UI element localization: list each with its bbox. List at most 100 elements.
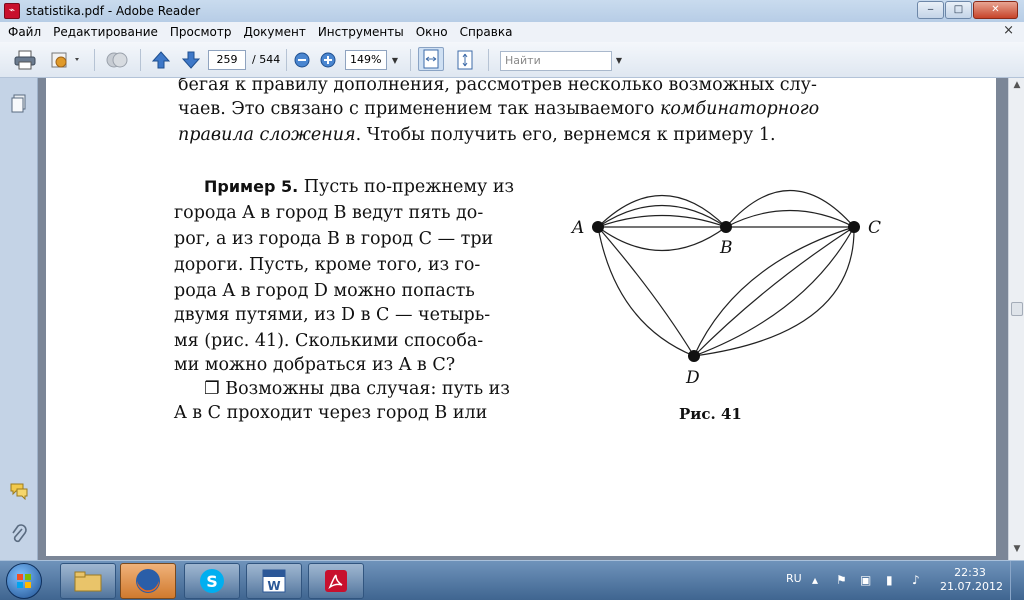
- share-icon: [51, 52, 79, 68]
- svg-text:S: S: [206, 572, 218, 591]
- text-line: мя (рис. 41). Сколькими способа-: [174, 331, 484, 351]
- toolbar-separator: [94, 49, 95, 71]
- road-a-b: [597, 205, 727, 228]
- arrow-down-icon: [181, 51, 201, 69]
- menu-edit[interactable]: Редактирование: [47, 23, 164, 41]
- taskbar-word-button[interactable]: W: [246, 563, 302, 599]
- fit-width-button[interactable]: [418, 47, 444, 71]
- comments-icon[interactable]: [9, 482, 29, 502]
- pages-icon[interactable]: [9, 94, 29, 114]
- skype-icon: S: [200, 569, 224, 593]
- zoom-out-button[interactable]: [292, 48, 312, 72]
- text-line: ❐ Возможны два случая: путь из: [204, 379, 510, 399]
- taskbar-skype-button[interactable]: S: [184, 563, 240, 599]
- graph-figure: A B C D: [570, 189, 881, 388]
- minimize-button[interactable]: ‒: [917, 1, 944, 19]
- tray-expand-icon[interactable]: ▴: [812, 573, 818, 587]
- zoom-in-icon: [320, 52, 336, 68]
- menu-help[interactable]: Справка: [454, 23, 519, 41]
- menu-document[interactable]: Документ: [237, 23, 311, 41]
- menu-view[interactable]: Просмотр: [164, 23, 238, 41]
- acrobat-icon: [325, 570, 347, 592]
- page-number-input[interactable]: 259: [208, 50, 246, 70]
- show-desktop-button[interactable]: [1010, 561, 1024, 600]
- road-b-c: [725, 189, 855, 228]
- road-d-c: [693, 226, 855, 357]
- figure-caption: Рис. 41: [679, 405, 742, 423]
- text-line: A в C проходит через город B или: [174, 403, 488, 423]
- menu-tools[interactable]: Инструменты: [312, 23, 410, 41]
- volume-icon[interactable]: ♪: [912, 573, 920, 587]
- text-line: дороги. Пусть, кроме того, из го-: [174, 255, 481, 275]
- fit-page-icon: [457, 50, 473, 70]
- maximize-button[interactable]: □: [945, 1, 972, 19]
- pdf-page: бегая к правилу дополнения, рассмотрев н…: [46, 78, 996, 556]
- page-total: / 544: [252, 53, 281, 66]
- taskbar-firefox-button[interactable]: [120, 563, 176, 599]
- road-a-b: [597, 214, 727, 228]
- adobe-reader-icon: ⌁: [4, 3, 20, 19]
- attachments-icon[interactable]: [9, 524, 29, 544]
- road-a-d: [597, 226, 695, 357]
- next-page-button[interactable]: [178, 48, 204, 72]
- text-line: города A в город B ведут пять до-: [174, 203, 484, 223]
- text-run: чаев. Это связано с применением так назы…: [178, 99, 660, 119]
- navigation-panel: [0, 78, 38, 560]
- italic-term: комбинаторного: [659, 99, 820, 119]
- node-a: [592, 221, 604, 233]
- collaborate-button[interactable]: [102, 48, 132, 72]
- previous-page-button[interactable]: [148, 48, 174, 72]
- text-run: . Чтобы получить его, вернемся к примеру…: [355, 125, 776, 145]
- road-b-c: [725, 209, 855, 228]
- collaborate-icon: [106, 52, 128, 68]
- network-icon[interactable]: ▮: [886, 573, 893, 587]
- text-line: бегая к правилу дополнения, рассмотрев н…: [178, 78, 817, 95]
- example-heading-line: Пример 5. Пусть по-прежнему из: [204, 174, 514, 200]
- firefox-icon: [136, 569, 160, 593]
- windows-logo-icon: [17, 574, 31, 588]
- italic-term: правила сложения: [178, 125, 356, 145]
- taskbar-explorer-button[interactable]: [60, 563, 116, 599]
- language-indicator[interactable]: RU: [786, 572, 802, 585]
- scroll-thumb[interactable]: [1011, 302, 1023, 316]
- share-button[interactable]: [46, 48, 86, 72]
- document-view[interactable]: бегая к правилу дополнения, рассмотрев н…: [38, 78, 1008, 560]
- print-button[interactable]: [10, 48, 40, 72]
- start-button[interactable]: [6, 563, 42, 599]
- find-input[interactable]: Найти: [500, 51, 612, 71]
- text-line: ми можно добраться из A в C?: [174, 355, 456, 375]
- taskbar-acrobat-button[interactable]: [308, 563, 364, 599]
- scroll-down-icon[interactable]: ▼: [1011, 544, 1023, 558]
- menu-file[interactable]: Файл: [2, 23, 47, 41]
- document-close-icon[interactable]: ×: [1003, 23, 1014, 38]
- scroll-up-icon[interactable]: ▲: [1011, 80, 1023, 94]
- clock-date: 21.07.2012: [940, 580, 1003, 593]
- vertical-scrollbar[interactable]: ▲ ▼: [1008, 78, 1024, 560]
- label-d: D: [685, 368, 700, 388]
- clock[interactable]: 22:33 21.07.2012: [940, 566, 1003, 594]
- find-dropdown-icon[interactable]: ▼: [613, 48, 625, 72]
- tray-app-icon[interactable]: ▣: [860, 573, 871, 587]
- explorer-icon: [74, 571, 102, 592]
- text-line: рода A в город D можно попасть: [174, 281, 475, 301]
- road-a-d: [597, 226, 695, 357]
- node-d: [688, 350, 700, 362]
- word-icon: W: [262, 569, 286, 593]
- label-a: A: [570, 218, 584, 238]
- clock-time: 22:33: [954, 566, 986, 579]
- menu-window[interactable]: Окно: [410, 23, 454, 41]
- fit-page-button[interactable]: [452, 48, 478, 72]
- label-c: C: [868, 218, 881, 238]
- fit-width-icon: [423, 49, 439, 69]
- zoom-in-button[interactable]: [318, 48, 338, 72]
- example-label: Пример 5.: [204, 177, 299, 196]
- text-line: рог, а из города B в город C — три: [174, 229, 494, 249]
- zoom-level-input[interactable]: 149%: [345, 50, 387, 70]
- zoom-dropdown-icon[interactable]: ▼: [389, 48, 401, 72]
- action-center-icon[interactable]: ⚑: [836, 573, 847, 587]
- close-button[interactable]: ✕: [973, 1, 1018, 19]
- menu-bar: Файл Редактирование Просмотр Документ Ин…: [0, 22, 1024, 42]
- window-controls: ‒ □ ✕: [917, 1, 1018, 19]
- toolbar: 259 / 544 149% ▼ Найти ▼: [0, 42, 1024, 78]
- window-title: statistika.pdf - Adobe Reader: [26, 4, 201, 18]
